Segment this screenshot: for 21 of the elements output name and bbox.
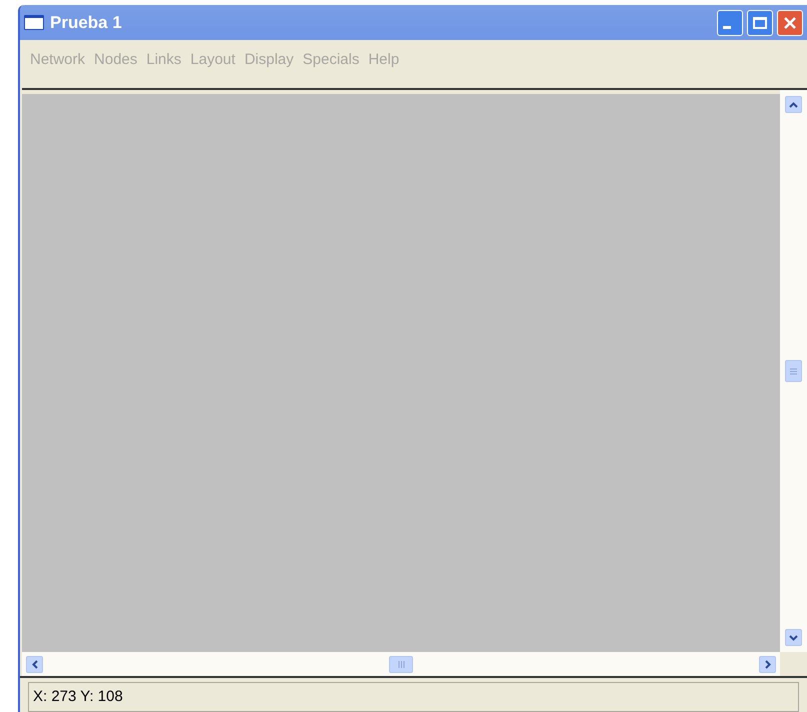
window-icon [24, 15, 44, 30]
cursor-coordinates: X: 273 Y: 108 [33, 686, 123, 707]
close-button[interactable] [777, 10, 803, 36]
close-icon [783, 16, 797, 30]
scroll-thumb[interactable] [785, 360, 802, 382]
horizontal-scrollbar[interactable] [22, 652, 780, 676]
chevron-up-icon [789, 102, 798, 108]
window-title: Prueba 1 [50, 12, 122, 34]
chevron-right-icon [764, 660, 770, 668]
vertical-scrollbar[interactable] [780, 90, 807, 652]
grip-icon [398, 660, 404, 668]
chevron-left-icon [32, 660, 38, 668]
chevron-down-icon [789, 634, 798, 640]
scroll-down-button[interactable] [785, 629, 802, 646]
minimize-button[interactable] [717, 10, 743, 36]
grip-icon [790, 368, 797, 374]
scroll-right-button[interactable] [759, 656, 776, 672]
scroll-thumb[interactable] [389, 656, 413, 672]
scroll-up-button[interactable] [785, 96, 802, 113]
maximize-button[interactable] [747, 10, 773, 36]
scroll-left-button[interactable] [26, 656, 43, 672]
